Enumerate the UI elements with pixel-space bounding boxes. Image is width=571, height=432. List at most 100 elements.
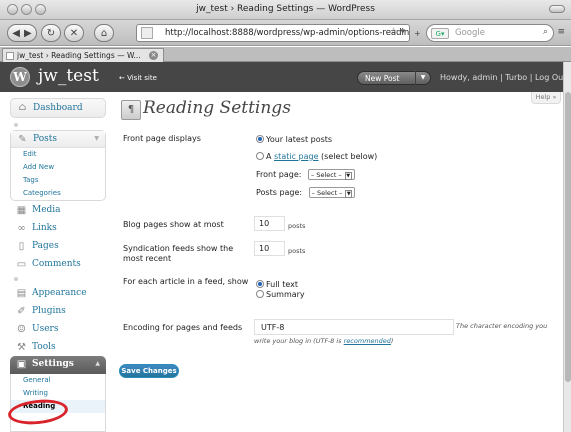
sidebar-item-label: Plugins xyxy=(32,306,66,316)
save-changes-button[interactable]: Save Changes xyxy=(119,364,179,378)
scrollbar-thumb[interactable] xyxy=(565,92,571,382)
sidebar-item-pages[interactable]: ▯ Pages xyxy=(10,238,106,257)
browser-toolbar: ◀ ▶ ↻ ✕ ⌂ http://localhost:8888/wordpress… xyxy=(0,20,571,46)
sidebar-sub-edit[interactable]: Edit xyxy=(11,148,105,161)
tab-favicon-icon xyxy=(6,52,14,60)
search-engine-icon[interactable]: G▾ xyxy=(431,28,449,39)
sidebar-sub-tags[interactable]: Tags xyxy=(11,174,105,187)
front-page-select[interactable]: – Select – ▼ xyxy=(308,169,355,180)
site-title[interactable]: jw_test xyxy=(38,66,99,86)
radio-selected-icon[interactable] xyxy=(256,280,264,288)
sidebar-group-posts: ✎ Posts ▼ Edit Add New Tags Categories xyxy=(10,130,106,201)
tab-title: jw_test › Reading Settings — W... xyxy=(17,51,141,60)
stop-button[interactable]: ✕ xyxy=(64,24,84,42)
visit-site-link[interactable]: ← Visit site xyxy=(119,74,157,82)
radio-full-text[interactable]: Full text xyxy=(256,280,298,289)
recommended-link[interactable]: recommended xyxy=(344,337,391,345)
wp-header: W jw_test ← Visit site New Post ▼ Howdy,… xyxy=(0,62,571,92)
front-page-displays-label: Front page displays xyxy=(123,134,201,143)
select-arrow-icon: ▼ xyxy=(345,190,353,198)
links-icon: ∞ xyxy=(17,223,26,234)
collapse-arrow-icon[interactable]: ▲ xyxy=(95,360,100,367)
back-arrow-icon[interactable]: ◀ xyxy=(12,28,20,39)
sidebar-item-posts[interactable]: ✎ Posts ▼ xyxy=(11,131,105,148)
posts-icon: ✎ xyxy=(18,134,27,145)
menu-icon[interactable]: ≡ xyxy=(557,27,565,37)
search-box[interactable]: G▾ Google ⌕ xyxy=(426,24,554,42)
sidebar-sub-add-new[interactable]: Add New xyxy=(11,161,105,174)
appearance-icon: ▤ xyxy=(16,288,27,299)
media-icon: ▦ xyxy=(16,205,27,216)
sidebar-item-label: Settings xyxy=(32,359,74,369)
sidebar-item-links[interactable]: ∞ Links xyxy=(10,220,106,239)
tab-close-icon[interactable]: × xyxy=(149,51,158,60)
browser-tab[interactable]: jw_test › Reading Settings — W... × xyxy=(2,48,164,62)
sidebar-item-label: Dashboard xyxy=(33,103,83,113)
encoding-description: The character encoding you xyxy=(456,322,548,330)
sidebar-item-settings[interactable]: ▣ Settings ▲ xyxy=(10,356,106,374)
radio-summary[interactable]: Summary xyxy=(256,290,305,299)
radio-latest-posts[interactable]: Your latest posts xyxy=(256,135,332,144)
plugins-icon: ✐ xyxy=(17,306,26,317)
radio-label: Summary xyxy=(266,290,305,299)
site-favicon-icon xyxy=(141,27,153,39)
dashboard-icon: ⌂ xyxy=(18,102,27,113)
posts-page-select[interactable]: – Select – ▼ xyxy=(308,187,356,198)
back-forward-buttons[interactable]: ◀ ▶ xyxy=(7,24,37,42)
stop-icon: ✕ xyxy=(69,27,79,39)
address-bar[interactable]: http://localhost:8888/wordpress/wp-admin… xyxy=(136,24,410,42)
reading-settings-icon: ¶ xyxy=(121,100,141,120)
encoding-input[interactable]: UTF-8 xyxy=(254,319,454,335)
sidebar-sub-writing[interactable]: Writing xyxy=(11,387,105,400)
encoding-help: write your blog in (UTF-8 is recommended… xyxy=(254,337,393,345)
sidebar-item-comments[interactable]: ▭ Comments xyxy=(10,256,106,275)
toolbar-toggle-icon[interactable] xyxy=(549,5,565,13)
home-button[interactable]: ⌂ xyxy=(94,24,114,42)
help-tab[interactable]: Help » xyxy=(531,92,561,104)
sidebar-item-media[interactable]: ▦ Media xyxy=(10,202,106,221)
favorite-actions-dropdown-icon[interactable]: ▼ xyxy=(415,71,430,85)
new-post-label: New Post xyxy=(365,74,400,83)
address-url: http://localhost:8888/wordpress/wp-admin… xyxy=(165,28,410,38)
select-arrow-icon: ▼ xyxy=(344,172,352,180)
forward-arrow-icon[interactable]: ▶ xyxy=(24,28,32,39)
new-post-button[interactable]: New Post ▼ xyxy=(357,71,431,85)
sidebar-sub-general[interactable]: General xyxy=(11,374,105,387)
add-search-icon[interactable]: + xyxy=(414,29,421,38)
bookmark-star-icon[interactable]: ☆ ▾ xyxy=(390,27,405,37)
encoding-label: Encoding for pages and feeds xyxy=(123,323,243,332)
sidebar-item-label: Comments xyxy=(32,259,81,269)
sidebar-sub-categories[interactable]: Categories xyxy=(11,187,105,200)
sidebar-item-label: Media xyxy=(32,205,61,215)
expand-arrow-icon[interactable]: ▼ xyxy=(94,135,99,142)
front-page-label: Front page: xyxy=(256,170,302,179)
sidebar-item-plugins[interactable]: ✐ Plugins xyxy=(10,303,106,322)
reload-icon: ↻ xyxy=(46,27,56,39)
reload-button[interactable]: ↻ xyxy=(41,24,61,42)
menu-separator xyxy=(14,123,18,127)
comments-icon: ▭ xyxy=(16,259,27,270)
blog-pages-input[interactable]: 10 xyxy=(254,216,285,231)
user-info[interactable]: Howdy, admin | Turbo | Log Out xyxy=(440,73,566,82)
page-title: Reading Settings xyxy=(143,98,291,118)
encoding-help-suffix: ) xyxy=(390,337,394,345)
sidebar-item-label: Tools xyxy=(32,342,56,352)
search-icon[interactable]: ⌕ xyxy=(543,27,548,37)
sidebar-item-dashboard[interactable]: ⌂ Dashboard xyxy=(10,98,106,118)
static-page-link[interactable]: static page xyxy=(274,152,319,161)
article-feed-label: For each article in a feed, show xyxy=(123,277,249,286)
sidebar-item-users[interactable]: ☺ Users xyxy=(10,321,106,340)
sidebar-item-appearance[interactable]: ▤ Appearance xyxy=(10,285,106,304)
radio-static-page[interactable]: A static page (select below) xyxy=(256,152,377,161)
encoding-help-prefix: write your blog in (UTF-8 is xyxy=(254,337,344,345)
radio-label-suffix: (select below) xyxy=(318,152,378,161)
syndication-unit: posts xyxy=(288,247,306,255)
radio-selected-icon[interactable] xyxy=(256,135,264,143)
syndication-input[interactable]: 10 xyxy=(254,241,285,256)
radio-icon[interactable] xyxy=(256,152,264,160)
sidebar-item-label: Links xyxy=(32,223,57,233)
tools-icon: ⚒ xyxy=(17,342,26,353)
page-scrollbar[interactable] xyxy=(563,62,571,432)
home-icon: ⌂ xyxy=(100,27,108,39)
radio-icon[interactable] xyxy=(256,290,264,298)
